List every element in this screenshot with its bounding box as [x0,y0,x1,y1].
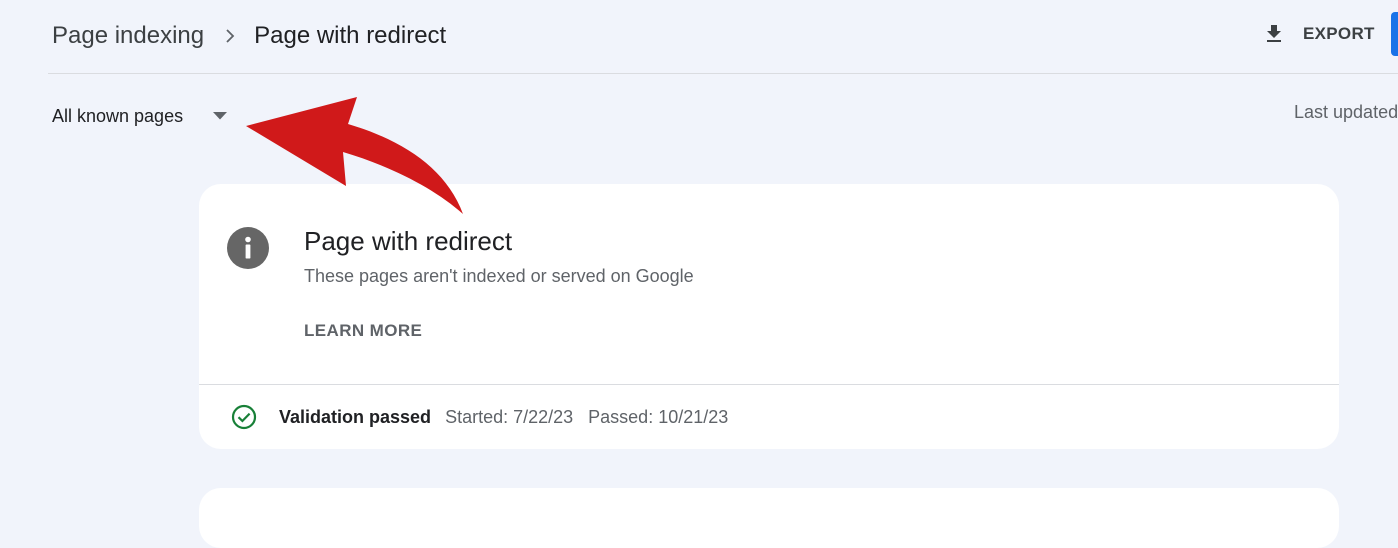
validation-passed-date: Passed: 10/21/23 [588,406,729,427]
validation-status-row: Validation passed Started: 7/22/23 Passe… [231,403,728,431]
validation-status: Validation passed [279,406,432,427]
validation-started-date: Started: 7/22/23 [445,406,574,427]
pages-scope-dropdown[interactable]: All known pages [52,102,228,130]
download-icon [1267,25,1281,42]
export-button[interactable]: EXPORT [1262,16,1375,52]
issue-description: These pages aren't indexed or served on … [304,266,694,286]
issue-title: Page with redirect [304,226,513,256]
page-title: Page with redirect [254,22,447,49]
info-icon [227,227,269,269]
last-updated-text: Last updated [1294,102,1398,122]
header-divider [48,73,1398,74]
scope-selected-value: All known pages [52,105,184,126]
next-card [199,488,1339,548]
issue-card: Page with redirect These pages aren't in… [199,184,1339,449]
export-label: EXPORT [1303,24,1375,43]
chevron-right-icon [226,29,235,43]
learn-more-link[interactable]: LEARN MORE [304,321,422,341]
check-circle-icon [231,404,257,430]
card-divider [199,384,1339,385]
caret-down-icon [213,112,228,120]
breadcrumb-page-indexing[interactable]: Page indexing [52,22,204,50]
breadcrumb: Page indexing Page with redirect [52,18,446,54]
primary-action-button-edge[interactable] [1391,12,1398,56]
